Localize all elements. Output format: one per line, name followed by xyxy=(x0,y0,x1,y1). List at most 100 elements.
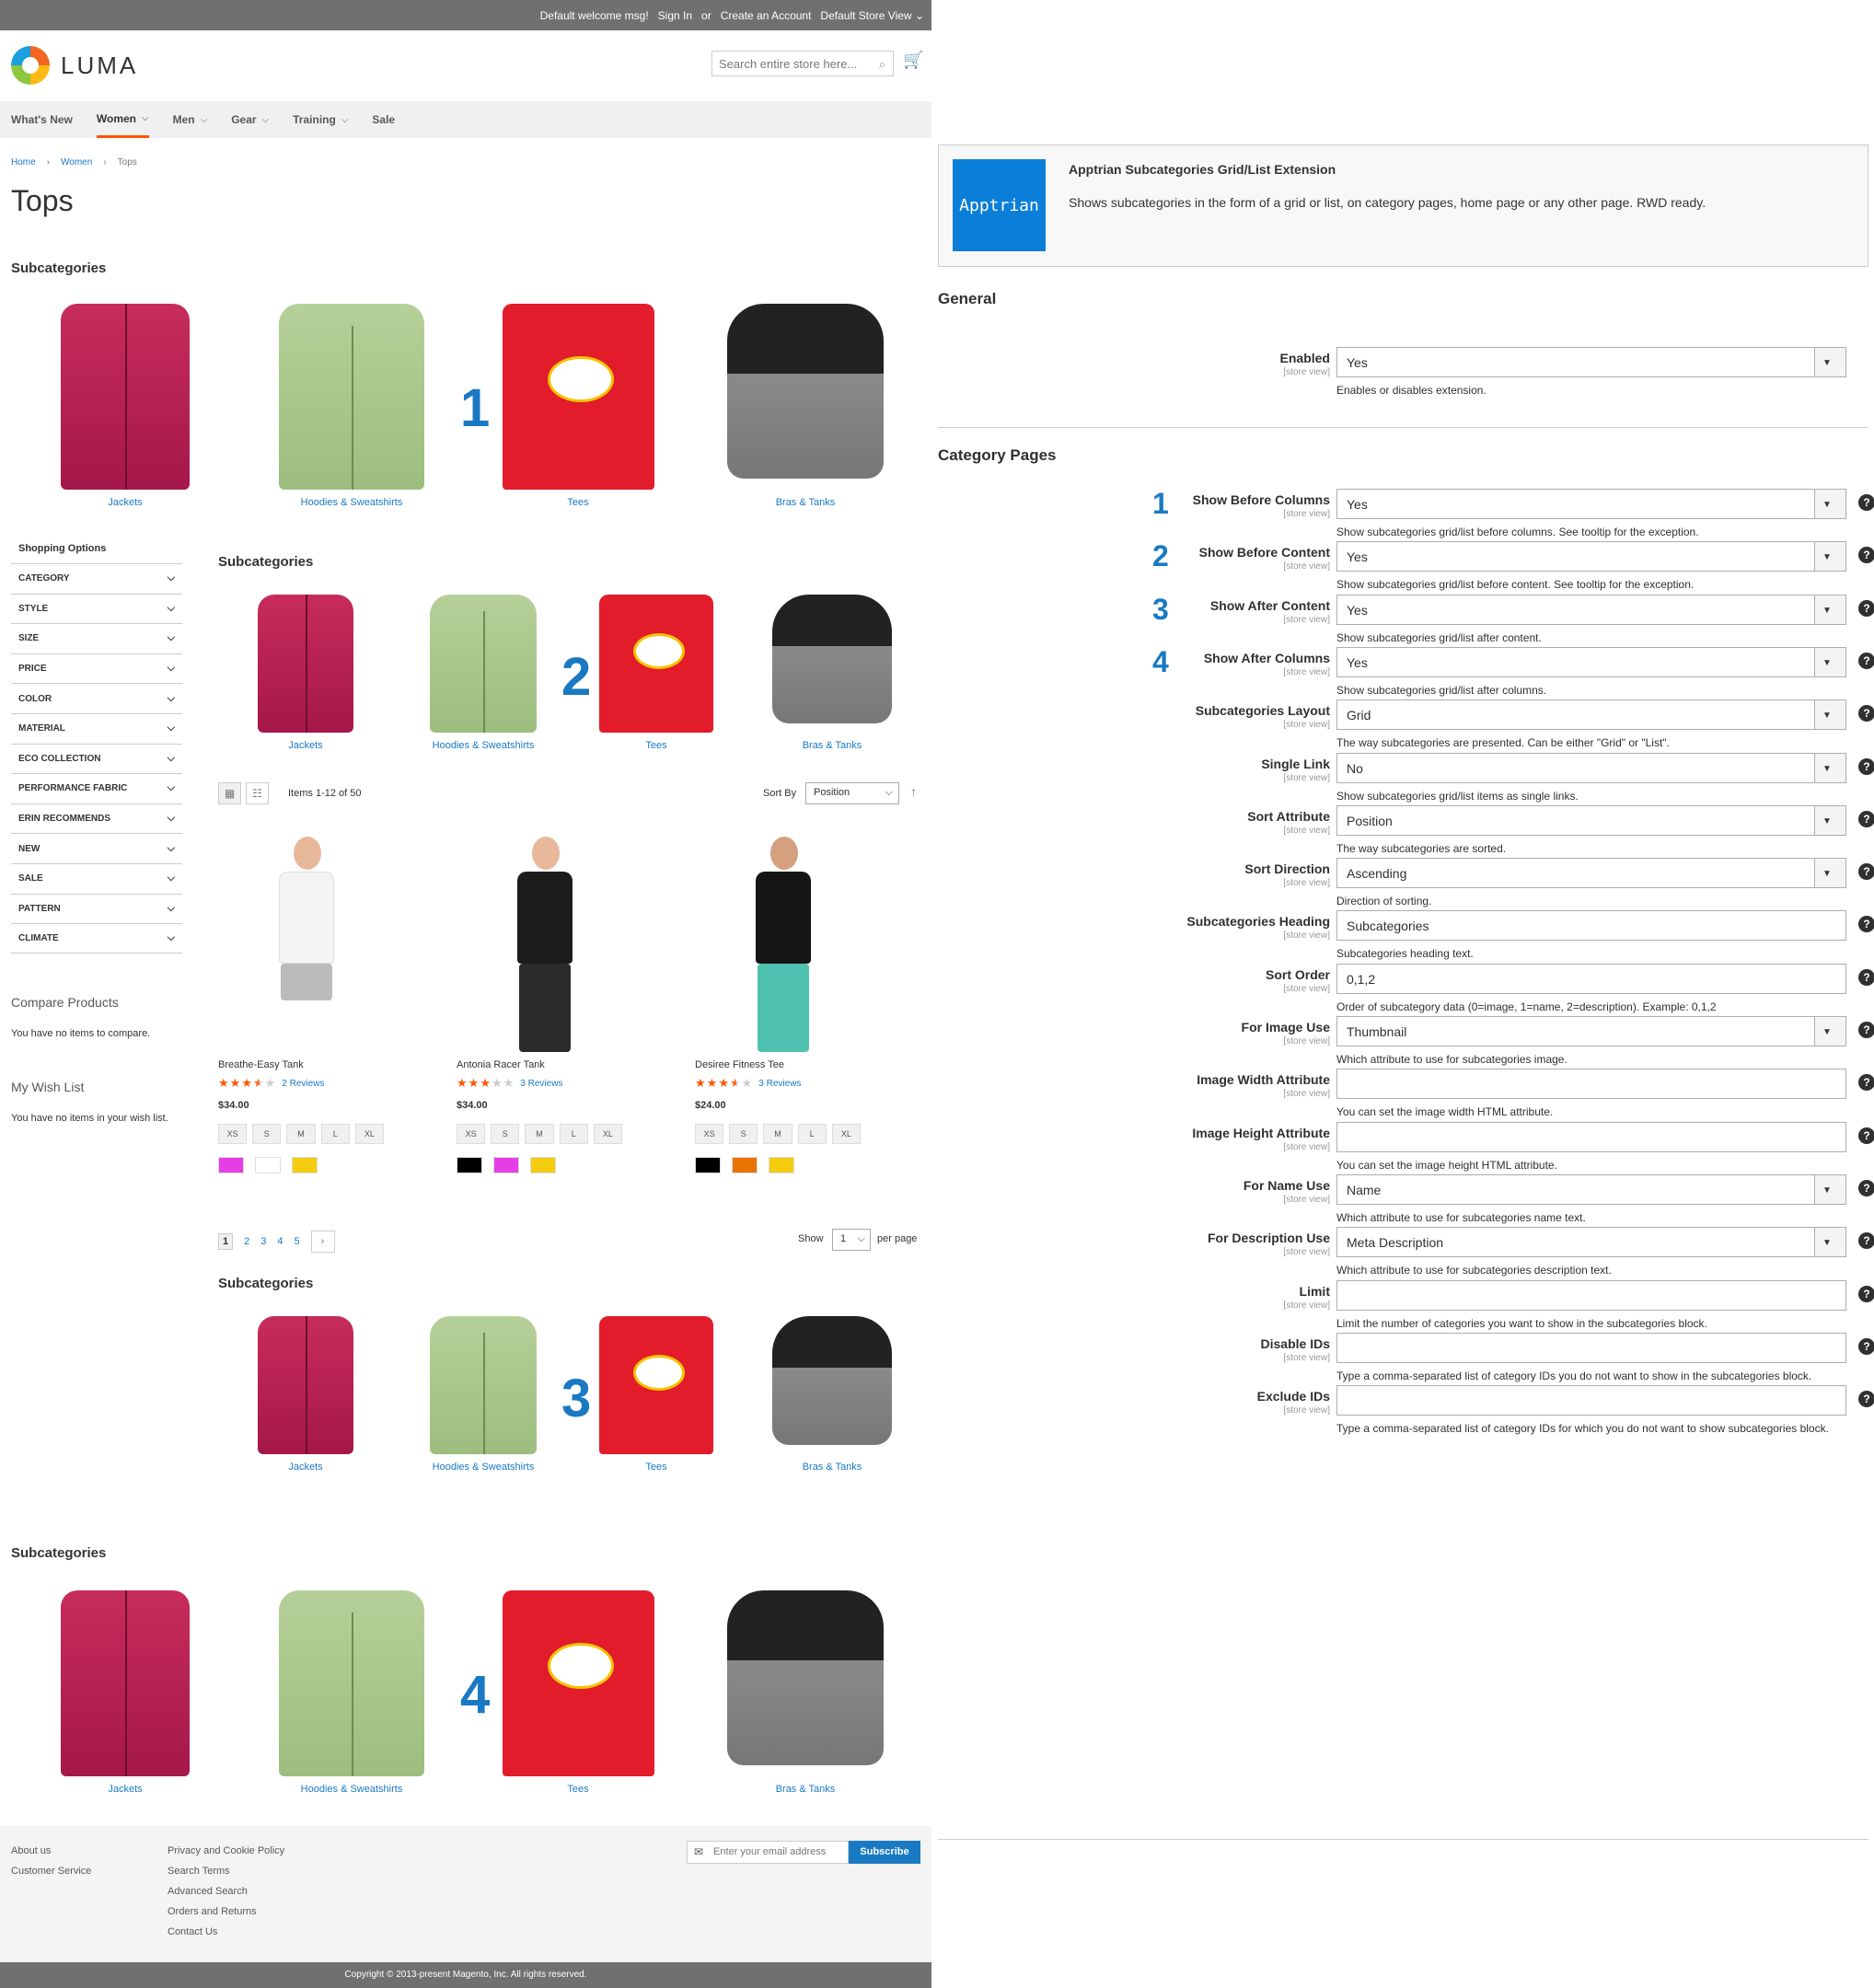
filter-option[interactable]: COLOR ⌵ xyxy=(11,683,182,713)
filter-option[interactable]: PRICE ⌵ xyxy=(11,653,182,684)
config-input[interactable]: Subcategories xyxy=(1336,910,1846,942)
section-general-title[interactable]: General xyxy=(938,290,996,308)
help-tooltip-icon[interactable]: ? xyxy=(1858,1232,1874,1250)
help-tooltip-icon[interactable]: ? xyxy=(1858,968,1874,986)
hoodie-image[interactable] xyxy=(279,1590,424,1776)
search-input[interactable]: Search entire store here... ⌕ xyxy=(711,51,894,76)
config-select[interactable]: Yes xyxy=(1336,489,1846,519)
subcategory-link[interactable]: Jackets xyxy=(42,1784,208,1795)
jacket-image[interactable] xyxy=(61,1590,190,1776)
nav-whats-new[interactable]: What's New xyxy=(11,101,73,138)
enabled-select[interactable]: Yes xyxy=(1336,347,1846,377)
subcategory-link[interactable]: Hoodies & Sweatshirts xyxy=(419,740,548,751)
config-select[interactable]: Name xyxy=(1336,1173,1846,1205)
color-swatch[interactable] xyxy=(695,1157,721,1173)
sort-by-select[interactable]: Position ⌵ xyxy=(805,782,899,804)
store-view-switcher[interactable]: Default Store View ⌄ xyxy=(820,9,924,22)
hoodie-image[interactable] xyxy=(279,304,424,490)
product-image[interactable] xyxy=(237,831,375,1052)
tee-image[interactable] xyxy=(502,304,654,490)
subcategory-item[interactable]: Bras & Tanks xyxy=(723,304,888,508)
product-name[interactable]: Breathe-Easy Tank xyxy=(218,1059,384,1070)
help-tooltip-icon[interactable]: ? xyxy=(1858,757,1874,775)
config-select[interactable]: Ascending xyxy=(1336,858,1846,889)
subcategory-item[interactable]: Tees xyxy=(495,1590,661,1795)
reviews-link[interactable]: 3 Reviews xyxy=(758,1079,801,1089)
hoodie-image[interactable] xyxy=(430,595,537,733)
page-link[interactable]: 2 xyxy=(244,1236,249,1247)
subcategory-item[interactable]: Jackets xyxy=(42,1590,208,1795)
help-tooltip-icon[interactable]: ? xyxy=(1858,810,1874,827)
grid-view-icon[interactable]: ▦ xyxy=(218,782,241,804)
bra-image[interactable] xyxy=(772,595,892,723)
filter-option[interactable]: SIZE ⌵ xyxy=(11,623,182,653)
breadcrumb-home[interactable]: Home xyxy=(11,157,36,168)
filter-option[interactable]: PERFORMANCE FABRIC ⌵ xyxy=(11,773,182,803)
config-select[interactable]: Yes xyxy=(1336,646,1846,677)
chevron-right-icon[interactable]: › xyxy=(310,1231,335,1253)
bra-image[interactable] xyxy=(772,1316,892,1445)
jacket-image[interactable] xyxy=(61,304,190,490)
subcategory-link[interactable]: Bras & Tanks xyxy=(768,1462,897,1473)
sort-direction-arrow-icon[interactable]: ↑ xyxy=(910,784,917,799)
subcategory-link[interactable]: Tees xyxy=(495,497,661,508)
color-swatch[interactable] xyxy=(457,1157,482,1173)
size-swatch[interactable]: L xyxy=(320,1124,350,1144)
subcategory-link[interactable]: Bras & Tanks xyxy=(723,497,888,508)
config-input[interactable] xyxy=(1336,1385,1846,1416)
color-swatch[interactable] xyxy=(732,1157,758,1173)
tee-image[interactable] xyxy=(599,595,713,733)
config-input[interactable] xyxy=(1336,1332,1846,1363)
subcategory-link[interactable]: Jackets xyxy=(42,497,208,508)
subcategory-link[interactable]: Bras & Tanks xyxy=(723,1784,888,1795)
subcategory-item[interactable]: Bras & Tanks xyxy=(723,1590,888,1795)
help-tooltip-icon[interactable]: ? xyxy=(1858,1127,1874,1144)
color-swatch[interactable] xyxy=(255,1157,281,1173)
size-swatch[interactable]: XS xyxy=(457,1124,486,1144)
subcategory-link[interactable]: Tees xyxy=(592,740,721,751)
tee-image[interactable] xyxy=(502,1590,654,1776)
subcategory-link[interactable]: Hoodies & Sweatshirts xyxy=(269,1784,434,1795)
color-swatch[interactable] xyxy=(292,1157,318,1173)
cart-icon[interactable]: 🛒 xyxy=(903,51,923,70)
subcategory-link[interactable]: Hoodies & Sweatshirts xyxy=(269,497,434,508)
help-tooltip-icon[interactable]: ? xyxy=(1858,547,1874,564)
help-tooltip-icon[interactable]: ? xyxy=(1858,1337,1874,1355)
subcategory-item[interactable]: Bras & Tanks xyxy=(768,595,897,751)
subcategory-link[interactable]: Tees xyxy=(592,1462,721,1473)
config-select[interactable]: Meta Description xyxy=(1336,1227,1846,1258)
subcategory-link[interactable]: Bras & Tanks xyxy=(768,740,897,751)
footer-link[interactable]: Customer Service xyxy=(11,1861,91,1881)
config-select[interactable]: No xyxy=(1336,752,1846,783)
nav-men[interactable]: Men ⌵ xyxy=(173,101,208,138)
help-tooltip-icon[interactable]: ? xyxy=(1858,652,1874,669)
footer-link[interactable]: Privacy and Cookie Policy xyxy=(168,1841,284,1861)
help-tooltip-icon[interactable]: ? xyxy=(1858,494,1874,511)
size-swatch[interactable]: XL xyxy=(354,1124,385,1144)
size-swatch[interactable]: S xyxy=(729,1124,758,1144)
footer-link[interactable]: About us xyxy=(11,1841,91,1861)
subcategory-link[interactable]: Jackets xyxy=(241,1462,370,1473)
create-account-link[interactable]: Create an Account xyxy=(721,9,812,22)
size-swatch[interactable]: S xyxy=(252,1124,282,1144)
search-icon[interactable]: ⌕ xyxy=(879,57,885,72)
footer-link[interactable]: Orders and Returns xyxy=(168,1901,284,1922)
filter-option[interactable]: NEW ⌵ xyxy=(11,833,182,863)
subcategory-link[interactable]: Jackets xyxy=(241,740,370,751)
page-link[interactable]: 3 xyxy=(260,1236,266,1247)
newsletter-email-input[interactable]: ✉ Enter your email address xyxy=(687,1841,849,1864)
config-select[interactable]: Yes xyxy=(1336,594,1846,625)
subcategory-item[interactable]: Jackets xyxy=(241,595,370,751)
subcategory-item[interactable]: Jackets xyxy=(42,304,208,508)
nav-gear[interactable]: Gear ⌵ xyxy=(231,101,269,138)
subcategory-item[interactable]: Jackets xyxy=(241,1316,370,1473)
color-swatch[interactable] xyxy=(769,1157,794,1173)
color-swatch[interactable] xyxy=(493,1157,519,1173)
filter-option[interactable]: SALE ⌵ xyxy=(11,862,182,894)
limiter-select[interactable]: 1 ⌵ xyxy=(832,1229,871,1251)
size-swatch[interactable]: XL xyxy=(831,1124,862,1144)
size-swatch[interactable]: M xyxy=(525,1124,554,1144)
jacket-image[interactable] xyxy=(258,595,353,733)
size-swatch[interactable]: L xyxy=(559,1124,588,1144)
page-link[interactable]: 5 xyxy=(295,1236,300,1247)
